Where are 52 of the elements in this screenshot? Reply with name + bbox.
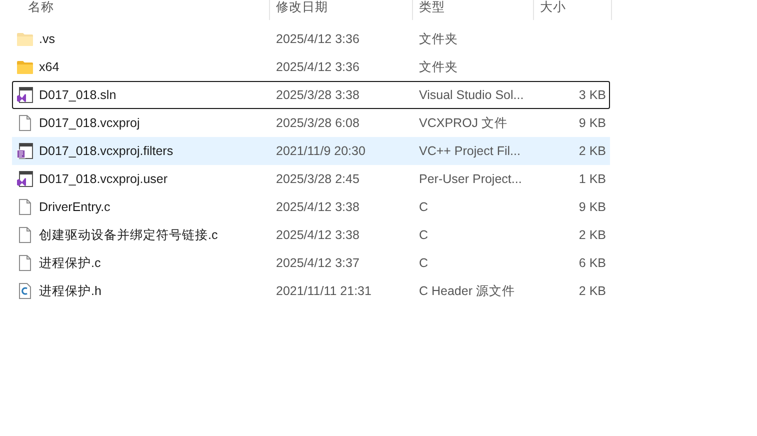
file-type: C [419,200,428,214]
file-size: 2 KB [578,142,606,160]
file-type: C [419,256,428,270]
file-size: 9 KB [578,198,606,216]
file-type: Visual Studio Sol... [419,88,524,102]
file-name: D017_018.sln [39,86,116,104]
file-size: 2 KB [578,226,606,244]
file-size: 6 KB [578,254,606,272]
file-type: 文件夹 [419,60,458,74]
file-type: VCXPROJ 文件 [419,116,508,130]
file-name: x64 [39,58,60,76]
file-row[interactable]: DriverEntry.c 2025/4/12 3:38 C 9 KB [12,193,610,221]
modified-date: 2025/3/28 2:45 [276,172,360,186]
modified-date: 2025/4/12 3:37 [276,256,360,270]
file-row[interactable]: D017_018.sln 2025/3/28 3:38 Visual Studio Sol... 3 KB [12,81,610,109]
file-row[interactable]: D017_018.vcxproj.filters 2021/11/9 20:30 VC++ Project Fil... 2 KB [12,137,610,165]
file-name: 进程保护.c [39,254,101,272]
file-name: 创建驱动设备并绑定符号链接.c [39,226,218,244]
column-header[interactable]: 修改日期 [276,0,328,14]
file-name: D017_018.vcxproj.filters [39,142,174,160]
modified-date: 2025/3/28 6:08 [276,116,360,130]
modified-date: 2021/11/9 20:30 [276,144,366,158]
file-type: C [419,228,428,242]
file-size: 9 KB [578,114,606,132]
modified-date: 2021/11/11 21:31 [276,284,372,298]
modified-date: 2025/3/28 3:38 [276,88,360,102]
file-row[interactable]: D017_018.vcxproj.user 2025/3/28 2:45 Per-User Project... 1 KB [12,165,610,193]
file-row[interactable]: D017_018.vcxproj 2025/3/28 6:08 VCXPROJ 文件 9 KB [12,109,610,137]
file-size: 1 KB [578,170,606,188]
modified-date: 2025/4/12 3:36 [276,60,360,74]
file-type: 文件夹 [419,32,458,46]
file-row[interactable]: 进程保护.h 2021/11/11 21:31 C Header 源文件 2 KB [12,277,610,305]
file-type: C Header 源文件 [419,284,515,298]
file-row[interactable]: x64 2025/4/12 3:36 文件夹 [12,53,610,81]
column-header[interactable]: 大小 [540,0,566,14]
file-row[interactable]: .vs 2025/4/12 3:36 文件夹 [12,25,610,53]
file-name: 进程保护.h [39,282,102,300]
file-type: Per-User Project... [419,172,522,186]
file-row[interactable]: 创建驱动设备并绑定符号链接.c 2025/4/12 3:38 C 2 KB [12,221,610,249]
file-name: .vs [39,30,55,48]
file-name: D017_018.vcxproj [39,114,140,132]
column-header[interactable]: 名称 [28,0,54,14]
file-name: DriverEntry.c [39,198,110,216]
column-header[interactable]: 类型 [419,0,445,14]
file-type: VC++ Project Fil... [419,144,520,158]
modified-date: 2025/4/12 3:38 [276,228,360,242]
file-size: 3 KB [578,86,606,104]
file-name: D017_018.vcxproj.user [39,170,168,188]
file-row[interactable]: 进程保护.c 2025/4/12 3:37 C 6 KB [12,249,610,277]
modified-date: 2025/4/12 3:38 [276,200,360,214]
file-size: 2 KB [578,282,606,300]
modified-date: 2025/4/12 3:36 [276,32,360,46]
